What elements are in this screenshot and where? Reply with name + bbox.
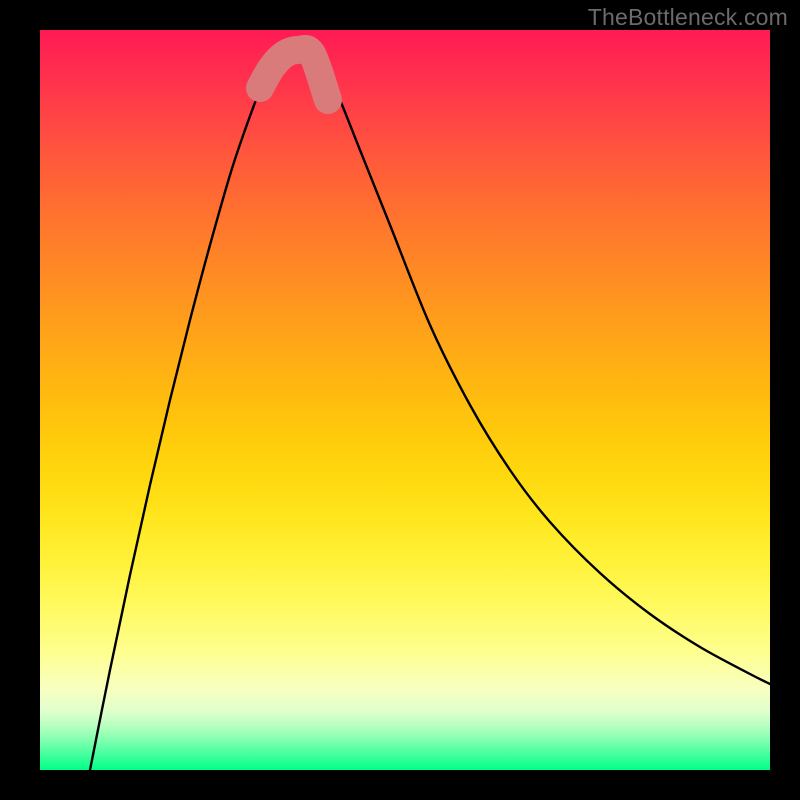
chart-frame: TheBottleneck.com <box>0 0 800 800</box>
curve-svg <box>40 30 770 770</box>
watermark-text: TheBottleneck.com <box>588 4 788 31</box>
highlight-band <box>260 49 328 100</box>
plot-area <box>40 30 770 770</box>
bottleneck-curve <box>90 48 770 770</box>
